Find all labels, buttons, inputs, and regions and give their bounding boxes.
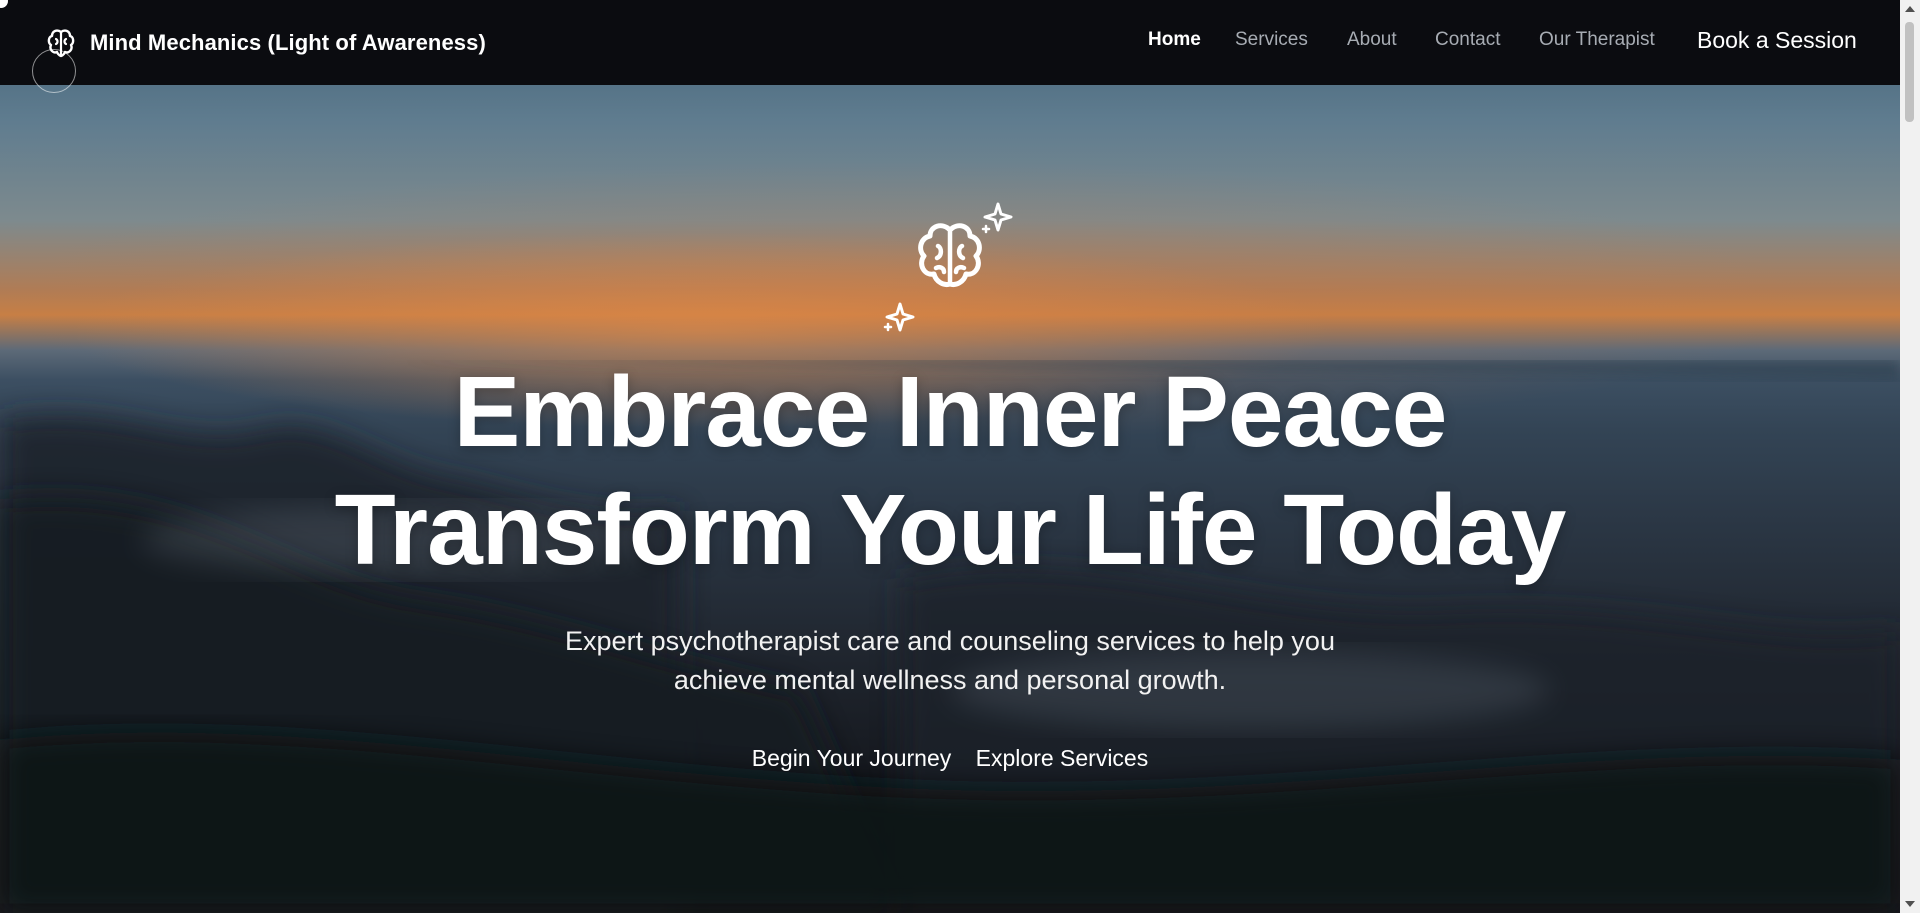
scroll-up-arrow-icon[interactable] [1905,6,1915,12]
begin-journey-button[interactable]: Begin Your Journey [752,745,952,772]
scroll-down-arrow-icon[interactable] [1905,901,1915,907]
hero-subtitle-line-2: achieve mental wellness and personal gro… [673,665,1227,695]
nav-our-therapist-link[interactable]: Our Therapist [1539,29,1655,51]
cursor-follower-ring [32,49,76,93]
nav-services-link[interactable]: Services [1235,29,1308,51]
brain-sparkles-icon [883,202,1013,332]
book-session-button[interactable]: Book a Session [1697,27,1857,54]
hero-subtitle-line-1: Expert psychotherapist care and counseli… [565,626,1335,656]
nav-about-link[interactable]: About [1347,29,1397,51]
top-navbar: Mind Mechanics (Light of Awareness) Home… [0,0,1900,85]
nav-contact-link[interactable]: Contact [1435,29,1500,51]
brand-name: Mind Mechanics (Light of Awareness) [90,30,486,55]
hero-buttons: Begin Your Journey Explore Services [0,745,1900,772]
hero-headline-line-1: Embrace Inner Peace [453,356,1448,468]
brand-logo-link[interactable]: Mind Mechanics (Light of Awareness) [44,26,486,60]
page-scrollbar[interactable] [1900,0,1920,913]
explore-services-button[interactable]: Explore Services [976,745,1149,772]
scrollbar-thumb[interactable] [1905,22,1914,122]
hero-headline-line-2: Transform Your Life Today [334,474,1567,586]
nav-home-link[interactable]: Home [1148,29,1201,51]
